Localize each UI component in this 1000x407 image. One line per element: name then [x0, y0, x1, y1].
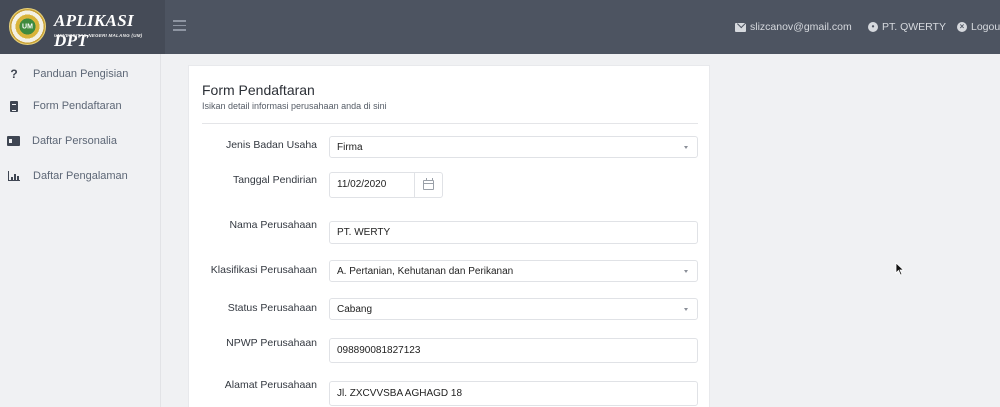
nama-perusahaan-label: Nama Perusahaan [229, 219, 317, 231]
nama-perusahaan-value: PT. WERTY [337, 227, 391, 238]
status-perusahaan-select[interactable]: Cabang [329, 298, 698, 320]
nama-perusahaan-input[interactable]: PT. WERTY [329, 221, 698, 244]
envelope-icon [735, 22, 746, 32]
sidebar: ? Panduan Pengisian Form Pendaftaran Daf… [0, 54, 161, 407]
jenis-badan-usaha-label: Jenis Badan Usaha [225, 139, 317, 151]
document-icon [10, 100, 18, 112]
company-profile-link[interactable]: • PT. QWERTY [868, 0, 946, 54]
user-email-link[interactable]: slizcanov@gmail.com [735, 0, 852, 54]
npwp-perusahaan-input[interactable]: 098890081827123 [329, 338, 698, 363]
jenis-badan-usaha-value: Firma [337, 141, 363, 153]
npwp-perusahaan-value: 098890081827123 [337, 345, 421, 356]
brand[interactable]: UM APLIKASI DPT UNIVERSITAS NEGERI MALAN… [0, 0, 165, 54]
form-subtitle: Isikan detail informasi perusahaan anda … [202, 101, 387, 111]
logout-link[interactable]: × Logout [957, 0, 1000, 54]
alamat-perusahaan-label: Alamat Perusahaan [224, 379, 317, 391]
chart-icon [8, 171, 20, 181]
sidebar-item-label: Form Pendaftaran [33, 100, 122, 112]
close-circle-icon: × [957, 22, 967, 32]
app-title: APLIKASI DPT [54, 11, 134, 50]
calendar-icon [423, 178, 434, 190]
mouse-cursor-icon [895, 262, 905, 276]
tanggal-pendirian-label: Tanggal Pendirian [232, 174, 317, 186]
user-circle-icon: • [868, 22, 878, 32]
question-icon: ? [10, 67, 18, 81]
form-title: Form Pendaftaran [202, 82, 315, 98]
status-perusahaan-value: Cabang [337, 303, 373, 315]
jenis-badan-usaha-select[interactable]: Firma [329, 136, 698, 158]
logo-text: UM [22, 23, 33, 30]
university-logo-icon: UM [9, 8, 46, 45]
id-card-icon [7, 136, 20, 146]
status-perusahaan-label: Status Perusahaan [227, 302, 317, 314]
sidebar-item-label: Daftar Personalia [32, 135, 117, 147]
klasifikasi-perusahaan-select[interactable]: A. Pertanian, Kehutanan dan Perikanan [329, 260, 698, 282]
logout-label: Logout [971, 21, 1000, 33]
calendar-button[interactable] [414, 173, 442, 197]
company-name: PT. QWERTY [882, 21, 946, 33]
klasifikasi-perusahaan-value: A. Pertanian, Kehutanan dan Perikanan [337, 265, 514, 277]
app-subtitle: UNIVERSITAS NEGERI MALANG (UM) [54, 33, 143, 38]
klasifikasi-perusahaan-label: Klasifikasi Perusahaan [210, 264, 317, 276]
sidebar-item-label: Daftar Pengalaman [33, 170, 128, 182]
tanggal-pendirian-datepicker[interactable]: 11/02/2020 [329, 172, 443, 198]
divider [202, 123, 698, 124]
menu-toggle-icon[interactable] [173, 20, 186, 31]
sidebar-item-label: Panduan Pengisian [33, 68, 129, 80]
sidebar-item-daftar-pengalaman[interactable]: Daftar Pengalaman [0, 166, 161, 186]
sidebar-item-daftar-personalia[interactable]: Daftar Personalia [0, 131, 161, 151]
user-email: slizcanov@gmail.com [750, 21, 852, 33]
sidebar-item-form-pendaftaran[interactable]: Form Pendaftaran [0, 96, 161, 116]
top-navbar: UM APLIKASI DPT UNIVERSITAS NEGERI MALAN… [0, 0, 1000, 54]
npwp-perusahaan-label: NPWP Perusahaan [226, 337, 317, 349]
tanggal-pendirian-value: 11/02/2020 [337, 179, 387, 190]
registration-form-panel: Form Pendaftaran Isikan detail informasi… [188, 65, 710, 407]
sidebar-item-panduan-pengisian[interactable]: ? Panduan Pengisian [0, 64, 161, 84]
alamat-perusahaan-input[interactable]: Jl. ZXCVVSBA AGHAGD 18 [329, 381, 698, 406]
alamat-perusahaan-value: Jl. ZXCVVSBA AGHAGD 18 [337, 388, 463, 399]
